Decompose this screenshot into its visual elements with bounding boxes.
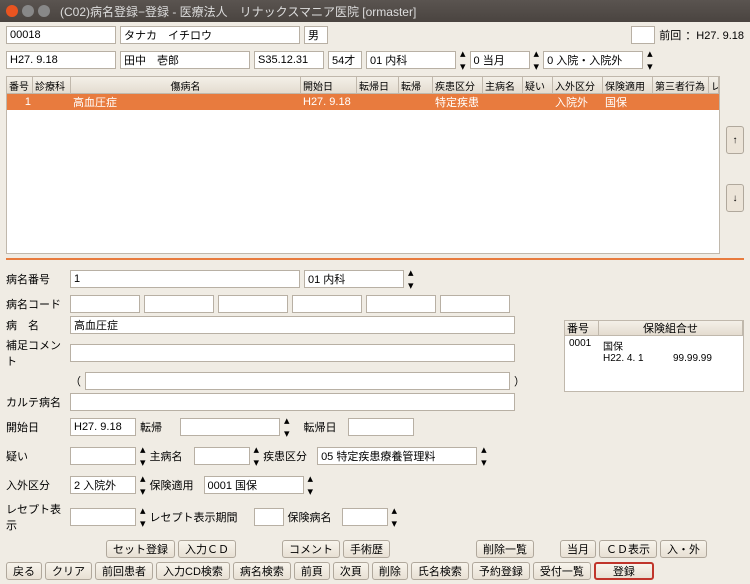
- month-stepper[interactable]: ▴▾: [534, 47, 540, 73]
- window-title: (C02)病名登録−登録 - 医療法人 リナックスマニア医院 [ormaster…: [60, 3, 416, 20]
- scroll-up-button[interactable]: ↑: [726, 126, 744, 154]
- form-inout-stepper[interactable]: ▴▾: [140, 472, 146, 498]
- minimize-icon[interactable]: [22, 5, 34, 17]
- input-cd-button[interactable]: 入力ＣＤ: [178, 540, 236, 558]
- patient-id-input[interactable]: [6, 26, 116, 44]
- disease-no-input[interactable]: [70, 270, 300, 288]
- set-register-button[interactable]: セット登録: [106, 540, 175, 558]
- karte-label: カルテ病名: [6, 394, 66, 410]
- cd-search-button[interactable]: 入力CD検索: [156, 562, 230, 580]
- dk-label: 疾患区分: [263, 448, 313, 464]
- operation-history-button[interactable]: 手術歴: [343, 540, 390, 558]
- prev-date: ：H27. 9.18: [685, 27, 744, 43]
- form-inout-input[interactable]: [70, 476, 136, 494]
- code-5[interactable]: [366, 295, 436, 313]
- receipt-period-input[interactable]: [254, 508, 284, 526]
- close-icon[interactable]: [6, 5, 18, 17]
- disease-no-label: 病名番号: [6, 271, 66, 287]
- window-titlebar: (C02)病名登録−登録 - 医療法人 リナックスマニア医院 [ormaster…: [0, 0, 750, 22]
- ins-input[interactable]: [204, 476, 304, 494]
- tenki-date-input[interactable]: [348, 418, 414, 436]
- disease-table[interactable]: 1 高血圧症 H27. 9.18 特定疾患 入院外 国保: [6, 94, 720, 254]
- supp-label: 補足コメント: [6, 337, 66, 369]
- disease-name-input[interactable]: [70, 316, 515, 334]
- patient-name-input[interactable]: [120, 51, 250, 69]
- form-dept-input[interactable]: [304, 270, 404, 288]
- current-month-button[interactable]: 当月: [560, 540, 596, 558]
- receipt-label: レセプト表示: [6, 501, 66, 533]
- main-input[interactable]: [194, 447, 250, 465]
- receipt-period-label: レセプト表示期間: [150, 509, 250, 525]
- cd-display-button[interactable]: ＣＤ表示: [599, 540, 657, 558]
- register-button[interactable]: 登録: [594, 562, 654, 580]
- ins-name-input[interactable]: [342, 508, 388, 526]
- comment-button[interactable]: コメント: [282, 540, 340, 558]
- prev-page-button[interactable]: 前頁: [294, 562, 330, 580]
- name-search-button[interactable]: 病名検索: [233, 562, 291, 580]
- month-input[interactable]: [470, 51, 530, 69]
- ins-name-label: 保険病名: [288, 509, 338, 525]
- delete-button[interactable]: 削除: [372, 562, 408, 580]
- reception-list-button[interactable]: 受付一覧: [533, 562, 591, 580]
- doubt-stepper[interactable]: ▴▾: [140, 443, 146, 469]
- doubt-label: 疑い: [6, 448, 66, 464]
- in-out-button[interactable]: 入・外: [660, 540, 707, 558]
- reservation-button[interactable]: 予約登録: [472, 562, 530, 580]
- prev-label: 前回: [659, 27, 681, 43]
- insurance-combo-list[interactable]: 0001国保 H22. 4. 199.99.99: [564, 336, 744, 392]
- divider: [6, 258, 744, 260]
- tenki-label: 転帰: [140, 419, 176, 435]
- patient-kana-input[interactable]: [120, 26, 300, 44]
- dk-stepper[interactable]: ▴▾: [481, 443, 487, 469]
- code-label: 病名コード: [6, 296, 66, 312]
- patient-name-search-button[interactable]: 氏名検索: [411, 562, 469, 580]
- patient-sex-input[interactable]: [304, 26, 328, 44]
- birth-input[interactable]: [254, 51, 324, 69]
- dept-input[interactable]: [366, 51, 456, 69]
- prev-patient-button[interactable]: 前回患者: [95, 562, 153, 580]
- table-row[interactable]: 1 高血圧症 H27. 9.18 特定疾患 入院外 国保: [7, 94, 719, 110]
- code-1[interactable]: [70, 295, 140, 313]
- date1-input[interactable]: [6, 51, 116, 69]
- tenki-input[interactable]: [180, 418, 280, 436]
- receipt-stepper[interactable]: ▴▾: [140, 504, 146, 530]
- dname-label: 病 名: [6, 317, 66, 333]
- karte-input[interactable]: [70, 393, 515, 411]
- inout-input[interactable]: [543, 51, 643, 69]
- tenki-stepper[interactable]: ▴▾: [284, 414, 290, 440]
- start-date-input[interactable]: [70, 418, 136, 436]
- back-button[interactable]: 戻る: [6, 562, 42, 580]
- maximize-icon[interactable]: [38, 5, 50, 17]
- age-input[interactable]: [328, 51, 362, 69]
- code-3[interactable]: [218, 295, 288, 313]
- receipt-input[interactable]: [70, 508, 136, 526]
- doubt-input[interactable]: [70, 447, 136, 465]
- main-stepper[interactable]: ▴▾: [254, 443, 260, 469]
- blank-small-input[interactable]: [631, 26, 655, 44]
- inout-label: 入外区分: [6, 477, 66, 493]
- start-label: 開始日: [6, 419, 66, 435]
- ins-stepper[interactable]: ▴▾: [308, 472, 314, 498]
- dept-stepper[interactable]: ▴▾: [460, 47, 466, 73]
- main-label: 主病名: [150, 448, 190, 464]
- clear-button[interactable]: クリア: [45, 562, 92, 580]
- table-header: 番号 診療科 傷病名 開始日 転帰日 転帰 疾患区分 主病名 疑い 入外区分 保…: [6, 76, 720, 94]
- ins-label: 保険適用: [150, 477, 200, 493]
- dk-input[interactable]: [317, 447, 477, 465]
- inout-stepper[interactable]: ▴▾: [647, 47, 653, 73]
- combo-header: 番号 保険組合せ: [564, 320, 744, 336]
- scroll-down-button[interactable]: ↓: [726, 184, 744, 212]
- supp-paren-input[interactable]: [85, 372, 510, 390]
- code-2[interactable]: [144, 295, 214, 313]
- delete-list-button[interactable]: 削除一覧: [476, 540, 534, 558]
- code-4[interactable]: [292, 295, 362, 313]
- tenki-date-label: 転帰日: [304, 419, 344, 435]
- supp-input[interactable]: [70, 344, 515, 362]
- code-6[interactable]: [440, 295, 510, 313]
- ins-name-stepper[interactable]: ▴▾: [392, 504, 398, 530]
- next-page-button[interactable]: 次頁: [333, 562, 369, 580]
- form-dept-stepper[interactable]: ▴▾: [408, 266, 414, 292]
